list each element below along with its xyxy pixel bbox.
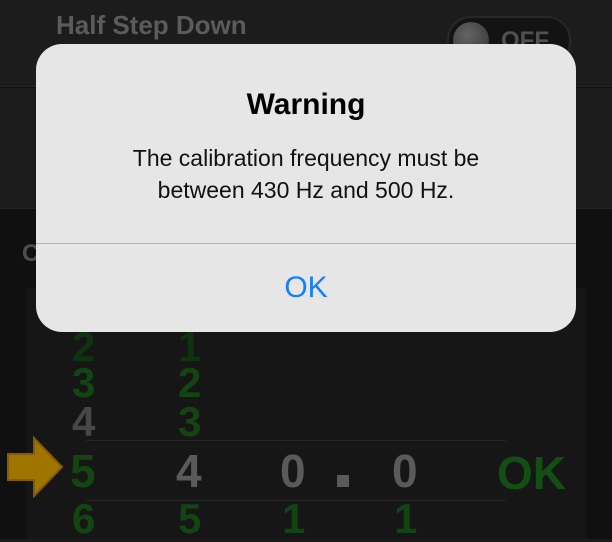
alert-ok-button[interactable]: OK: [36, 244, 576, 332]
alert-message-line: between 430 Hz and 500 Hz.: [157, 177, 455, 203]
alert-title: Warning: [246, 88, 366, 121]
warning-alert: Warning The calibration frequency must b…: [36, 44, 576, 332]
alert-message: The calibration frequency must be betwee…: [76, 142, 536, 206]
alert-message-line: The calibration frequency must be: [132, 145, 480, 171]
